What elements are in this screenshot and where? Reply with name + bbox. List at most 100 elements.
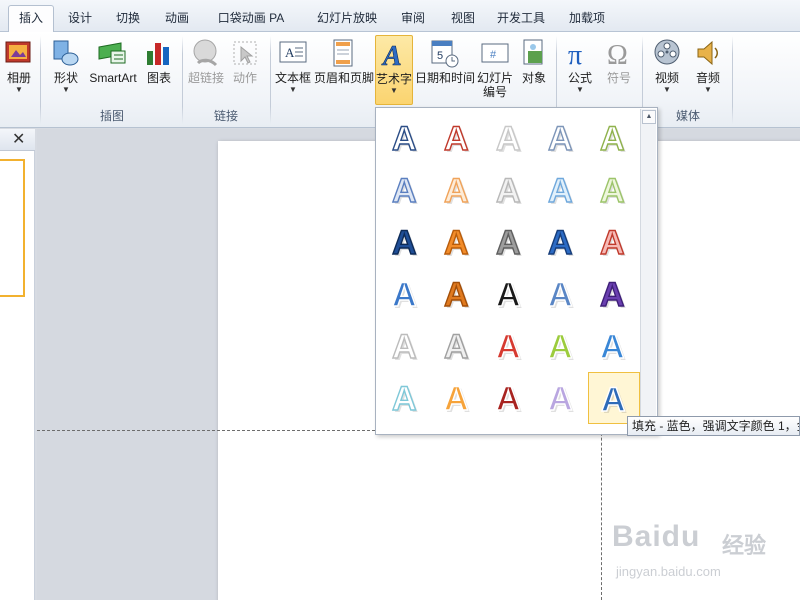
svg-text:A: A	[444, 172, 469, 210]
wordart-style-option[interactable]: AA	[536, 268, 588, 320]
hyperlink-button[interactable]: 超链接	[188, 35, 224, 105]
symbol-button[interactable]: Ω 符号	[602, 35, 636, 105]
group-label-illustrations: 插图	[99, 109, 124, 123]
textbox-button[interactable]: A 文本框 ▼	[274, 35, 312, 105]
wordart-style-option[interactable]: AA	[536, 320, 588, 372]
tab-pocket-animation[interactable]: 口袋动画 PA	[212, 8, 290, 32]
wordart-style-option[interactable]: AA	[432, 112, 484, 164]
svg-text:A: A	[381, 41, 402, 70]
header-footer-icon	[333, 39, 353, 67]
chevron-down-icon: ▼	[663, 85, 671, 94]
wordart-icon: A	[381, 41, 402, 70]
shapes-button[interactable]: 形状 ▼	[48, 35, 84, 105]
wordart-style-option[interactable]: AA	[380, 112, 432, 164]
wordart-style-option[interactable]: AA	[380, 320, 432, 372]
smartart-button[interactable]: SmartArt	[87, 35, 139, 105]
wordart-button[interactable]: A 艺术字 ▼	[375, 35, 413, 105]
equation-button[interactable]: π 公式 ▼	[562, 35, 598, 105]
wordart-style-option[interactable]: AA	[432, 372, 484, 424]
svg-text:A: A	[548, 224, 573, 262]
action-label: 动作	[232, 71, 257, 85]
tab-design[interactable]: 设计	[60, 8, 100, 32]
tab-review[interactable]: 审阅	[393, 8, 433, 32]
close-icon[interactable]: ✕	[12, 131, 25, 149]
scroll-up-button[interactable]: ▲	[642, 110, 656, 124]
wordart-style-glyph-icon: AA	[495, 275, 522, 316]
wordart-style-option[interactable]: AA	[432, 320, 484, 372]
svg-text:A: A	[600, 120, 625, 158]
wordart-style-option[interactable]: AA	[536, 164, 588, 216]
wordart-style-option[interactable]: AA	[588, 320, 640, 372]
wordart-style-option[interactable]: AA	[536, 112, 588, 164]
wordart-style-option[interactable]: AA	[432, 216, 484, 268]
wordart-style-option[interactable]: AA	[380, 216, 432, 268]
tab-developer[interactable]: 开发工具	[492, 8, 550, 32]
tab-view[interactable]: 视图	[443, 8, 483, 32]
svg-text:A: A	[600, 328, 625, 366]
svg-text:A: A	[548, 172, 573, 210]
gallery-scrollbar[interactable]: ▲ ▼	[640, 109, 656, 433]
svg-text:A: A	[600, 172, 625, 210]
wordart-style-glyph-icon: AA	[443, 171, 470, 212]
bar-chart-icon	[147, 43, 169, 65]
svg-text:A: A	[392, 328, 417, 366]
wordart-style-option[interactable]: AA	[588, 216, 640, 268]
svg-text:A: A	[444, 276, 469, 314]
chart-button[interactable]: 图表	[142, 35, 176, 105]
wordart-style-option[interactable]: AA	[484, 320, 536, 372]
header-footer-label: 页眉和页脚	[314, 71, 375, 85]
hyperlink-label: 超链接	[188, 71, 225, 85]
header-footer-button[interactable]: 页眉和页脚	[314, 35, 375, 105]
wordart-style-glyph-icon: AA	[391, 223, 418, 264]
photo-album-button[interactable]: 相册 ▼	[2, 35, 36, 105]
wordart-style-glyph-icon: AA	[495, 171, 522, 212]
svg-text:5: 5	[437, 50, 443, 62]
wordart-style-glyph-icon: AA	[495, 327, 522, 368]
wordart-style-option[interactable]: AA	[432, 268, 484, 320]
wordart-style-option[interactable]: AA	[484, 216, 536, 268]
svg-text:Ω: Ω	[607, 40, 628, 69]
slide-thumbnail[interactable]	[0, 159, 25, 297]
slide-number-label-line1: 幻灯片	[476, 71, 513, 85]
textbox-icon: A	[279, 41, 307, 63]
svg-text:A: A	[444, 224, 469, 262]
tab-slideshow[interactable]: 幻灯片放映	[312, 8, 382, 32]
video-button[interactable]: 视频 ▼	[648, 35, 686, 105]
tab-insert[interactable]: 插入	[8, 5, 54, 33]
wordart-style-option[interactable]: AA	[484, 164, 536, 216]
action-button[interactable]: 动作	[228, 35, 262, 105]
object-label: 对象	[521, 71, 546, 85]
wordart-style-option[interactable]: AA	[380, 268, 432, 320]
wordart-style-option[interactable]: AA	[484, 372, 536, 424]
svg-text:A: A	[496, 120, 521, 158]
tab-addins[interactable]: 加载项	[562, 8, 612, 32]
wordart-style-option[interactable]: AA	[536, 372, 588, 424]
wordart-style-glyph-icon: AA	[495, 223, 522, 264]
svg-text:A: A	[496, 380, 521, 418]
tab-transitions[interactable]: 切换	[108, 8, 148, 32]
wordart-style-option[interactable]: AA	[432, 164, 484, 216]
wordart-style-option[interactable]: AA	[380, 372, 432, 424]
datetime-button[interactable]: 5 日期和时间	[415, 35, 475, 105]
slide-number-button[interactable]: # 幻灯片 编号	[475, 35, 515, 105]
film-reel-icon	[654, 39, 680, 65]
photo-album-label: 相册	[6, 71, 31, 85]
svg-text:#: #	[490, 49, 497, 61]
wordart-style-option[interactable]: AA	[536, 216, 588, 268]
audio-button[interactable]: 音频 ▼	[690, 35, 726, 105]
svg-text:A: A	[496, 276, 521, 314]
svg-text:A: A	[392, 276, 417, 314]
wordart-style-option[interactable]: AA	[588, 164, 640, 216]
object-button[interactable]: 对象	[518, 35, 550, 105]
wordart-style-option[interactable]: AA	[588, 112, 640, 164]
svg-text:A: A	[392, 172, 417, 210]
wordart-style-option[interactable]: AA	[380, 164, 432, 216]
tab-animations[interactable]: 动画	[157, 8, 197, 32]
wordart-style-option[interactable]: AA	[484, 268, 536, 320]
shapes-icon	[53, 40, 79, 66]
action-icon	[233, 41, 257, 65]
wordart-gallery: AAAAAAAAAAAAAAAAAAAAAAAAAAAAAAAAAAAAAAAA…	[375, 107, 658, 435]
wordart-style-glyph-icon: AA	[599, 171, 626, 212]
wordart-style-option[interactable]: AA	[588, 268, 640, 320]
wordart-style-option[interactable]: AA	[484, 112, 536, 164]
